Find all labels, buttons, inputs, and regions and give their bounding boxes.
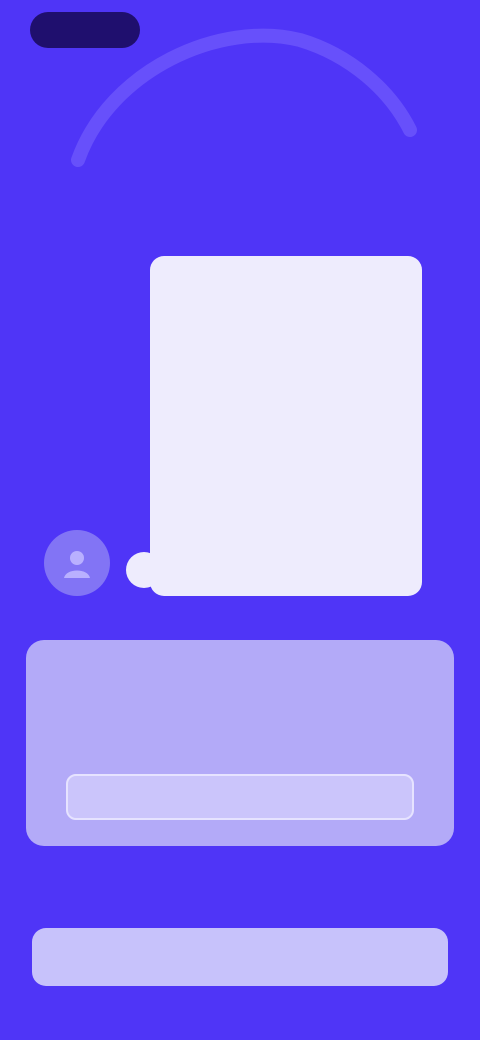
progress-arc-icon: [71, 28, 417, 167]
card-body: [54, 710, 426, 754]
avatar[interactable]: [44, 530, 110, 596]
chat-message-bubble: [150, 256, 422, 596]
card-title: [54, 662, 426, 688]
screen: [0, 0, 480, 1040]
person-icon: [64, 551, 90, 578]
header-caption: [40, 194, 120, 212]
card-action-button[interactable]: [66, 774, 414, 820]
info-card: [26, 640, 454, 846]
primary-action-button[interactable]: [32, 928, 448, 986]
